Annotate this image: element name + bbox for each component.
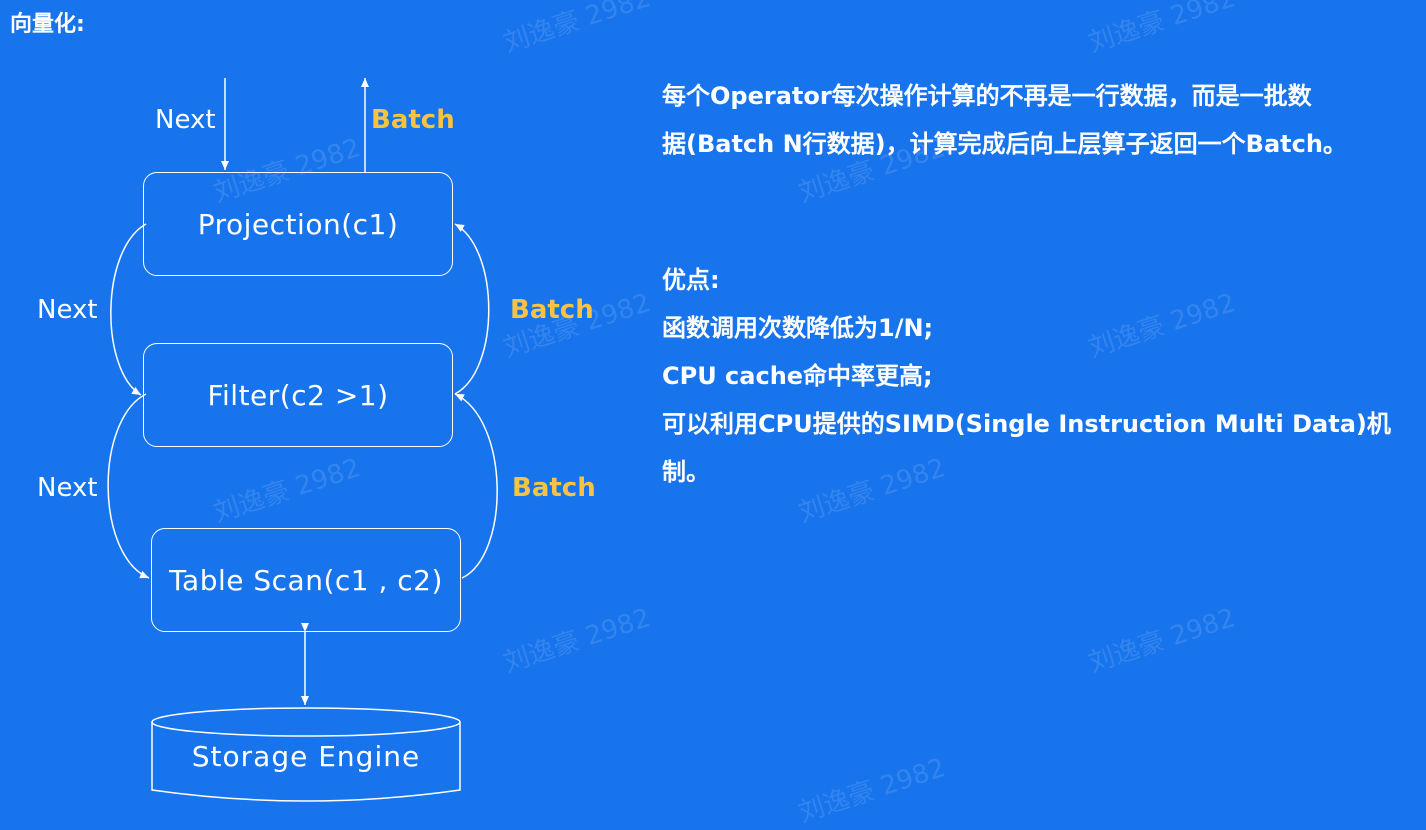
advantages-heading: 优点: <box>662 266 720 294</box>
storage-engine-label: Storage Engine <box>191 740 421 773</box>
next-label-top: Next <box>155 105 216 135</box>
batch-arrow-mid <box>454 223 490 395</box>
batch-label-top: Batch <box>371 105 455 135</box>
projection-label: Projection(c1) <box>197 207 399 241</box>
next-label-mid: Next <box>37 295 98 325</box>
table-scan-node: Table Scan(c1 , c2) <box>151 528 461 632</box>
advantage-item: 可以利用CPU提供的SIMD(Single Instruction Multi … <box>662 410 1391 438</box>
filter-node: Filter(c2 >1) <box>143 343 453 447</box>
table-scan-label: Table Scan(c1 , c2) <box>169 563 443 597</box>
batch-label-mid: Batch <box>510 295 594 325</box>
filter-label: Filter(c2 >1) <box>207 378 389 412</box>
next-arrow-mid <box>110 223 147 396</box>
batch-arrow-low <box>454 393 498 579</box>
advantage-item: 制。 <box>662 458 710 486</box>
advantage-item: 函数调用次数降低为1/N; <box>662 314 934 342</box>
next-label-low: Next <box>37 473 98 503</box>
description-line: 据(Batch N行数据)，计算完成后向上层算子返回一个Batch。 <box>662 130 1347 158</box>
advantage-item: CPU cache命中率更高; <box>662 362 933 390</box>
batch-label-low: Batch <box>512 473 596 503</box>
advantages-section: 优点: 函数调用次数降低为1/N; CPU cache命中率更高; 可以利用CP… <box>662 256 1410 496</box>
description-line: 每个Operator每次操作计算的不再是一行数据，而是一批数 <box>662 82 1312 110</box>
projection-node: Projection(c1) <box>143 172 453 276</box>
description-text: 每个Operator每次操作计算的不再是一行数据，而是一批数 据(Batch N… <box>662 72 1410 168</box>
